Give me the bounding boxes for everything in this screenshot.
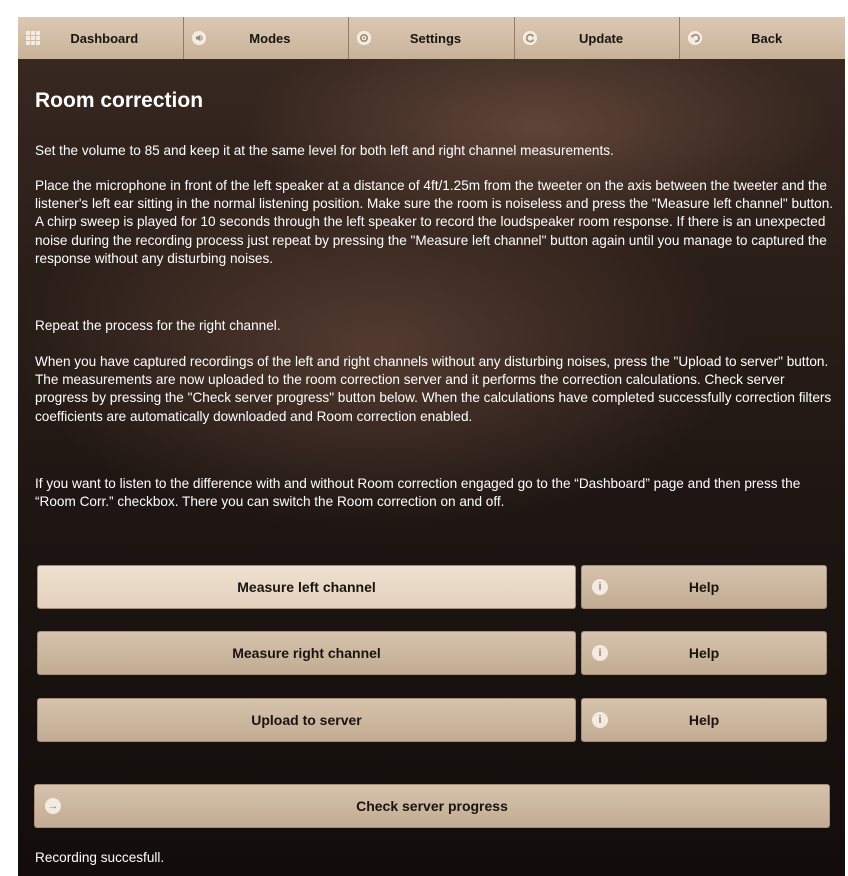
measure-left-label: Measure left channel	[237, 579, 376, 595]
gear-icon	[357, 31, 372, 45]
nav-modes[interactable]: Modes	[183, 17, 350, 59]
info-icon: i	[592, 579, 608, 595]
measure-left-button[interactable]: Measure left channel	[37, 565, 576, 609]
help-measure-right-button[interactable]: i Help	[581, 631, 827, 675]
nav-back-label: Back	[751, 30, 783, 46]
nav-settings-label: Settings	[409, 30, 462, 46]
nav-update-label: Update	[579, 30, 624, 46]
upload-to-server-button[interactable]: Upload to server	[37, 698, 576, 742]
refresh-icon	[522, 31, 537, 45]
instruction-room-corr-toggle: If you want to listen to the difference …	[35, 476, 801, 510]
nav-dashboard[interactable]: Dashboard	[18, 17, 184, 59]
nav-settings[interactable]: Settings	[349, 17, 515, 59]
help-label: Help	[688, 645, 720, 661]
arrow-right-icon: →	[45, 798, 61, 814]
check-server-progress-button[interactable]: → Check server progress	[34, 784, 830, 828]
upload-label: Upload to server	[251, 712, 362, 728]
page-title: Room correction	[35, 89, 204, 112]
nav-back[interactable]: Back	[680, 17, 845, 59]
instruction-upload: When you have captured recordings of the…	[35, 354, 832, 424]
help-label: Help	[688, 579, 720, 595]
check-progress-label: Check server progress	[356, 798, 508, 814]
instruction-left-channel: Place the microphone in front of the lef…	[35, 178, 834, 266]
instruction-volume: Set the volume to 85 and keep it at the …	[35, 143, 614, 158]
help-upload-button[interactable]: i Help	[581, 698, 827, 742]
measure-right-button[interactable]: Measure right channel	[37, 631, 576, 675]
top-navbar: Dashboard Modes Settings Update Back	[18, 17, 845, 59]
info-icon: i	[592, 712, 608, 728]
nav-update[interactable]: Update	[514, 17, 681, 59]
speaker-icon	[191, 31, 206, 45]
help-measure-left-button[interactable]: i Help	[581, 565, 827, 609]
status-message: Recording succesfull.	[35, 850, 165, 865]
measure-right-label: Measure right channel	[232, 645, 381, 661]
grid-icon	[26, 31, 40, 45]
help-label: Help	[688, 712, 720, 728]
instruction-right-channel: Repeat the process for the right channel…	[35, 318, 281, 333]
nav-dashboard-label: Dashboard	[70, 30, 139, 46]
info-icon: i	[592, 645, 608, 661]
back-arrow-icon	[688, 31, 703, 45]
nav-modes-label: Modes	[249, 30, 291, 46]
app-window: Dashboard Modes Settings Update Back Roo…	[18, 17, 845, 876]
